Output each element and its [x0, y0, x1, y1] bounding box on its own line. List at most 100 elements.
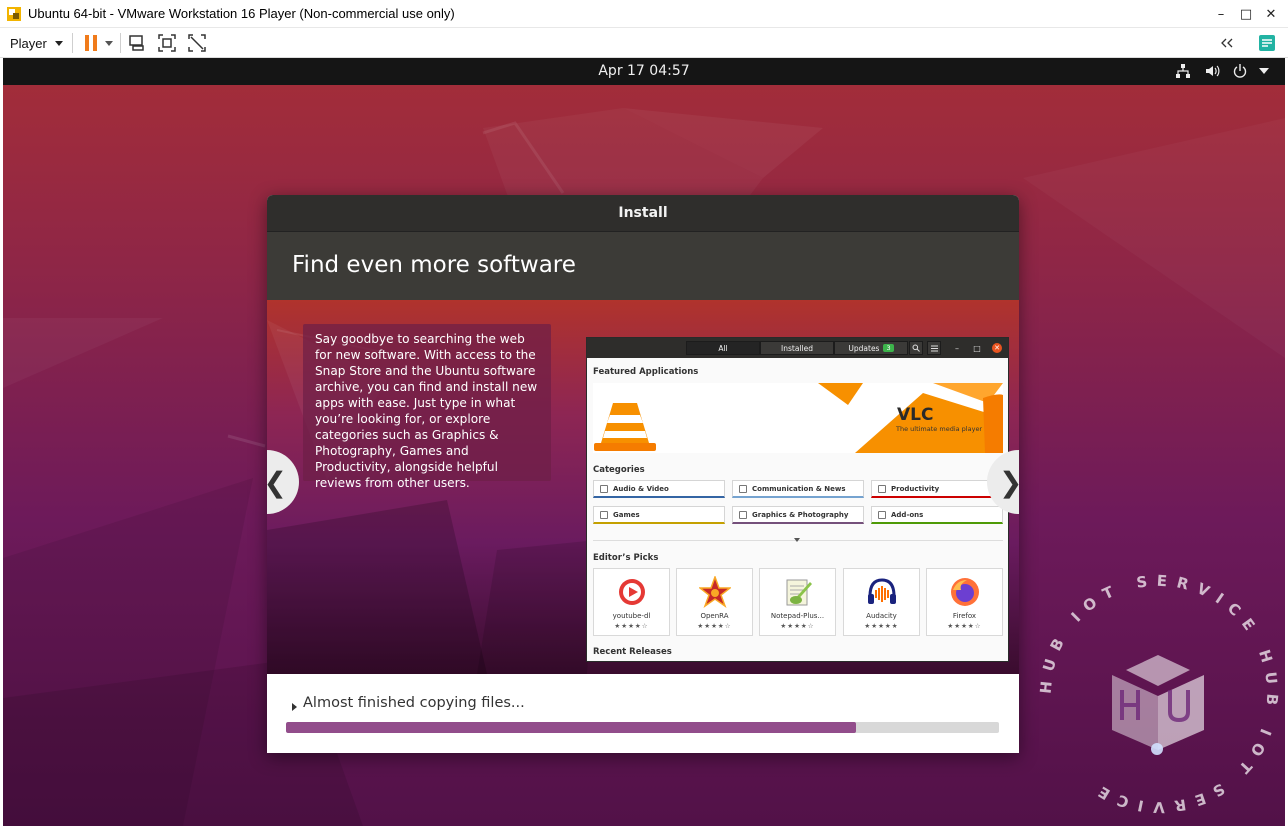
power-icon[interactable]	[1231, 62, 1249, 80]
pencil-icon	[878, 484, 886, 493]
progress-status-text[interactable]: Almost finished copying files...	[303, 695, 525, 711]
pick-youtube-dl: youtube-dl ★★★★☆	[593, 568, 670, 636]
unity-button[interactable]	[186, 32, 208, 54]
image-icon	[739, 510, 747, 519]
fullscreen-button[interactable]	[156, 32, 178, 54]
category-label: Add-ons	[891, 510, 924, 519]
slide-header: Find even more software	[267, 232, 1019, 300]
category-label: Productivity	[891, 484, 940, 493]
cursor-indicator	[1151, 743, 1163, 755]
store-tab-all-label: All	[718, 343, 728, 353]
svg-text:HUB IOT SERVICE HUB IOT SERVIC: HUB IOT SERVICE HUB IOT SERVICE	[1037, 572, 1282, 817]
volume-icon[interactable]	[1203, 62, 1221, 80]
store-tab-updates: Updates 3	[834, 341, 908, 355]
installer-title: Install	[618, 205, 668, 221]
firefox-icon	[951, 578, 979, 606]
store-tab-installed-label: Installed	[781, 343, 813, 353]
player-menu-label: Player	[10, 35, 47, 51]
pause-icon	[85, 35, 97, 51]
network-icon[interactable]	[1174, 62, 1192, 80]
chevron-down-icon[interactable]	[1255, 62, 1273, 80]
slideshow: Say goodbye to searching the web for new…	[267, 300, 1019, 674]
banner-tagline: The ultimate media player	[896, 425, 983, 433]
featured-section-title: Featured Applications	[593, 367, 699, 377]
hub-cube-logo	[1112, 655, 1204, 750]
progress-section: Almost finished copying files...	[267, 674, 1019, 753]
category-label: Games	[613, 510, 640, 519]
minimize-icon: –	[955, 343, 959, 353]
openra-icon	[699, 576, 731, 608]
search-icon	[909, 341, 923, 355]
pick-name: Firefox	[952, 612, 977, 620]
player-menu-button[interactable]: Player	[4, 32, 69, 54]
minimize-button[interactable]: –	[1208, 3, 1234, 25]
gamepad-icon	[600, 510, 608, 519]
category-productivity: Productivity	[871, 480, 1003, 498]
send-ctrl-alt-del-icon	[129, 35, 144, 51]
category-label: Audio & Video	[613, 484, 669, 493]
chat-icon	[739, 484, 747, 493]
chevron-right-icon: ❯	[999, 466, 1019, 499]
slide-text-box: Say goodbye to searching the web for new…	[303, 324, 551, 490]
notepad-plus-icon	[786, 579, 812, 606]
pick-rating: ★★★★☆	[697, 622, 732, 630]
pick-name: OpenRA	[700, 612, 729, 620]
maximize-icon: □	[973, 343, 981, 353]
pick-name: Notepad-Plus...	[770, 612, 825, 620]
pause-button[interactable]	[80, 32, 102, 54]
category-graphics-photography: Graphics & Photography	[732, 506, 864, 524]
category-add-ons: Add-ons	[871, 506, 1003, 524]
gnome-top-bar: Apr 17 04:57	[3, 58, 1285, 85]
featured-banner: VLC The ultimate media player	[593, 383, 1003, 453]
store-tab-installed: Installed	[760, 341, 834, 355]
installer-titlebar[interactable]: Install	[267, 195, 1019, 232]
pick-rating: ★★★★★	[864, 622, 899, 630]
audacity-icon	[868, 578, 896, 604]
pick-openra: OpenRA ★★★★☆	[676, 568, 753, 636]
vlc-banner-art	[594, 383, 1003, 453]
slide-heading: Find even more software	[292, 252, 576, 278]
pause-dropdown-button[interactable]	[102, 32, 116, 54]
clock[interactable]: Apr 17 04:57	[3, 63, 1285, 79]
editors-picks-title: Editor’s Picks	[593, 553, 659, 563]
chevron-left-icon: ❮	[267, 466, 287, 499]
send-ctrl-alt-del-button[interactable]	[126, 32, 148, 54]
pick-audacity: Audacity ★★★★★	[843, 568, 920, 636]
watermark-ring-text: HUB IOT SERVICE HUB IOT SERVICE	[1037, 572, 1273, 817]
expander-arrow-icon[interactable]	[292, 703, 297, 711]
music-note-icon	[600, 484, 608, 493]
pick-rating: ★★★★☆	[947, 622, 982, 630]
chevron-down-icon	[794, 538, 800, 542]
chevron-down-icon	[105, 40, 113, 46]
unity-icon	[188, 34, 206, 52]
banner-app-name: VLC	[897, 405, 934, 425]
category-audio-video: Audio & Video	[593, 480, 725, 498]
collapse-toolbar-button[interactable]	[1216, 32, 1238, 54]
category-label: Graphics & Photography	[752, 510, 849, 519]
vmware-app-icon	[7, 7, 21, 21]
updates-count-badge: 3	[883, 344, 894, 352]
window-title: Ubuntu 64-bit - VMware Workstation 16 Pl…	[28, 6, 455, 21]
pick-name: Audacity	[866, 612, 897, 620]
close-button[interactable]: ✕	[1258, 3, 1284, 25]
vm-toolbar: Player	[0, 28, 1288, 58]
slide-description: Say goodbye to searching the web for new…	[315, 332, 538, 490]
maximize-button[interactable]: □	[1233, 3, 1259, 25]
youtube-dl-icon	[619, 579, 645, 605]
category-communication-news: Communication & News	[732, 480, 864, 498]
software-store-preview: All Installed Updates 3 – □ ✕ Featured A…	[586, 337, 1009, 662]
fullscreen-icon	[158, 34, 176, 52]
category-games: Games	[593, 506, 725, 524]
close-icon: ✕	[990, 341, 1004, 355]
categories-section-title: Categories	[593, 465, 645, 475]
category-label: Communication & News	[752, 484, 846, 493]
pick-rating: ★★★★☆	[780, 622, 815, 630]
pick-rating: ★★★★☆	[614, 622, 649, 630]
store-tab-updates-label: Updates	[848, 343, 880, 353]
vm-titlebar: Ubuntu 64-bit - VMware Workstation 16 Pl…	[0, 0, 1288, 28]
store-headerbar: All Installed Updates 3 – □ ✕	[587, 338, 1008, 358]
notes-button[interactable]	[1256, 32, 1278, 54]
recent-releases-title: Recent Releases	[593, 647, 672, 657]
installer-window: Install Find even more software Say good…	[267, 195, 1019, 753]
toolbar-divider	[72, 33, 73, 53]
